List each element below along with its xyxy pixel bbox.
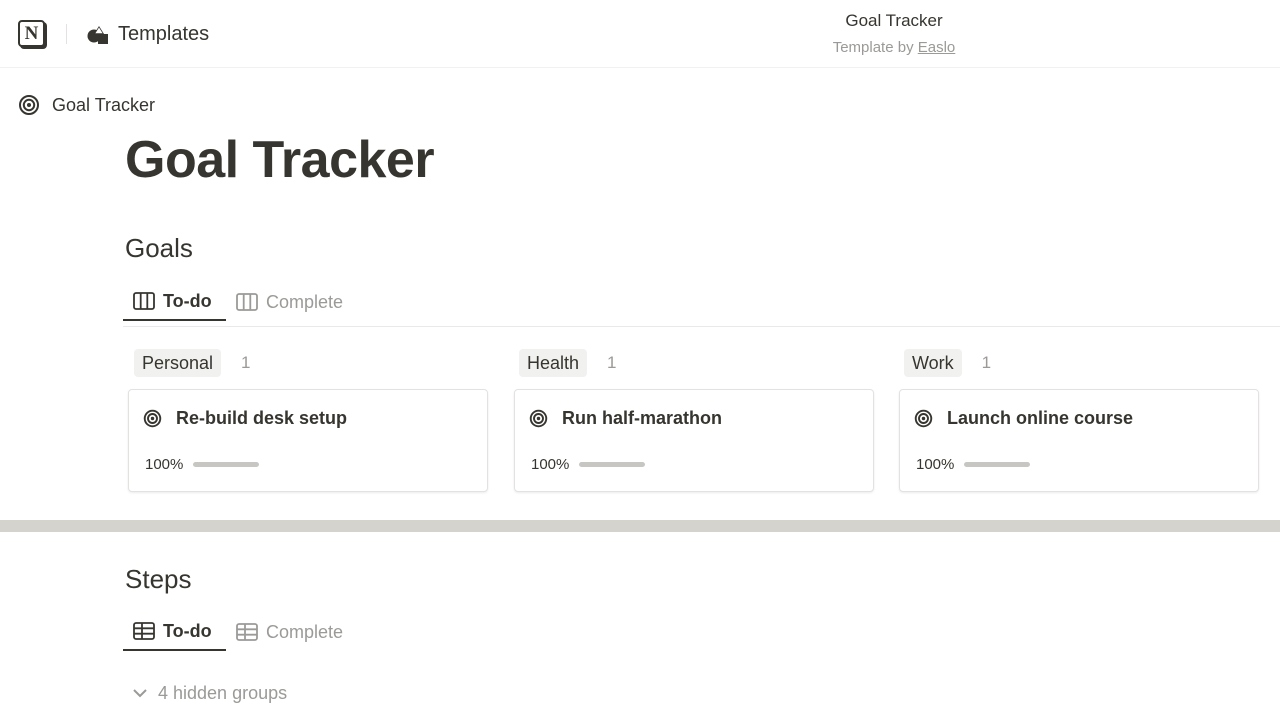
goal-progress-fill	[964, 462, 1031, 467]
goal-progress: 100%	[145, 456, 260, 473]
target-icon	[914, 409, 933, 428]
group-tag[interactable]: Work	[904, 349, 962, 377]
goal-card-title-text: Re-build desk setup	[176, 408, 348, 428]
goal-card-title: Launch online course	[914, 408, 1133, 429]
group-count: 1	[607, 353, 617, 372]
goal-progress-bar	[964, 462, 1031, 467]
group-count: 1	[241, 353, 251, 372]
goals-tab-complete-label: Complete	[266, 291, 344, 312]
board-view-icon	[133, 292, 155, 310]
goal-card-title: Re-build desk setup	[143, 408, 347, 429]
goal-progress-bar	[193, 462, 260, 467]
top-bar: N Templates Goal Tracker Template by Eas…	[0, 0, 1280, 68]
goals-section-title: Goals	[125, 233, 193, 263]
target-icon	[19, 95, 39, 115]
templates-label: Templates	[118, 22, 210, 45]
goal-card[interactable]: Launch online course 100%	[899, 389, 1259, 492]
goal-progress-fill	[579, 462, 646, 467]
steps-tab-todo-label: To-do	[163, 620, 212, 641]
target-icon	[143, 409, 162, 428]
goal-progress-bar	[579, 462, 646, 467]
goals-tab-todo[interactable]: To-do	[123, 283, 226, 321]
goals-tab-complete[interactable]: Complete	[226, 283, 356, 321]
steps-tab-todo[interactable]: To-do	[123, 613, 226, 651]
breadcrumb[interactable]: Goal Tracker	[18, 93, 155, 117]
goal-card[interactable]: Run half-marathon 100%	[514, 389, 874, 492]
goal-card-title-text: Launch online course	[947, 408, 1134, 428]
template-by-text: Template by	[832, 39, 914, 56]
page-title: Goal Tracker	[125, 131, 435, 189]
board-view-icon	[236, 293, 258, 311]
board-group-health: Health 1	[519, 349, 617, 377]
goal-progress-label: 100%	[145, 456, 184, 473]
board-group-work: Work 1	[904, 349, 991, 377]
table-view-icon	[236, 623, 258, 641]
group-count: 1	[981, 353, 992, 372]
steps-section-title: Steps	[125, 564, 192, 594]
chevron-down-icon	[133, 689, 147, 698]
goals-tab-todo-label: To-do	[163, 290, 212, 311]
goal-progress: 100%	[916, 456, 1031, 473]
steps-tab-complete-label: Complete	[266, 621, 344, 642]
group-tag[interactable]: Personal	[134, 349, 222, 377]
goal-progress-label: 100%	[531, 456, 570, 473]
top-bar-divider	[66, 24, 67, 44]
goal-progress: 100%	[531, 456, 646, 473]
breadcrumb-label: Goal Tracker	[52, 94, 156, 115]
goal-progress-fill	[193, 462, 260, 467]
table-view-icon	[133, 622, 155, 640]
notion-logo-icon[interactable]: N	[18, 20, 45, 47]
templates-link[interactable]: Templates	[86, 21, 209, 47]
hidden-groups-label: 4 hidden groups	[158, 682, 288, 703]
goal-card-title-text: Run half-marathon	[562, 408, 722, 428]
board-group-personal: Personal 1	[134, 349, 251, 377]
goal-progress-label: 100%	[916, 456, 955, 473]
template-attribution: Template by Easlo	[794, 39, 994, 56]
hidden-groups-toggle[interactable]: 4 hidden groups	[132, 681, 287, 705]
target-icon	[529, 409, 548, 428]
goal-card-title: Run half-marathon	[529, 408, 722, 429]
template-page-name: Goal Tracker	[845, 11, 943, 30]
section-divider	[0, 520, 1280, 532]
goals-tabs: To-do Complete	[123, 283, 363, 323]
goals-tabs-divider	[123, 326, 1280, 327]
steps-tab-complete[interactable]: Complete	[226, 613, 356, 651]
author-link[interactable]: Easlo	[918, 39, 956, 56]
steps-tabs: To-do Complete	[123, 613, 363, 653]
shapes-icon	[87, 26, 108, 44]
goal-card[interactable]: Re-build desk setup 100%	[128, 389, 488, 492]
group-tag[interactable]: Health	[519, 349, 588, 377]
